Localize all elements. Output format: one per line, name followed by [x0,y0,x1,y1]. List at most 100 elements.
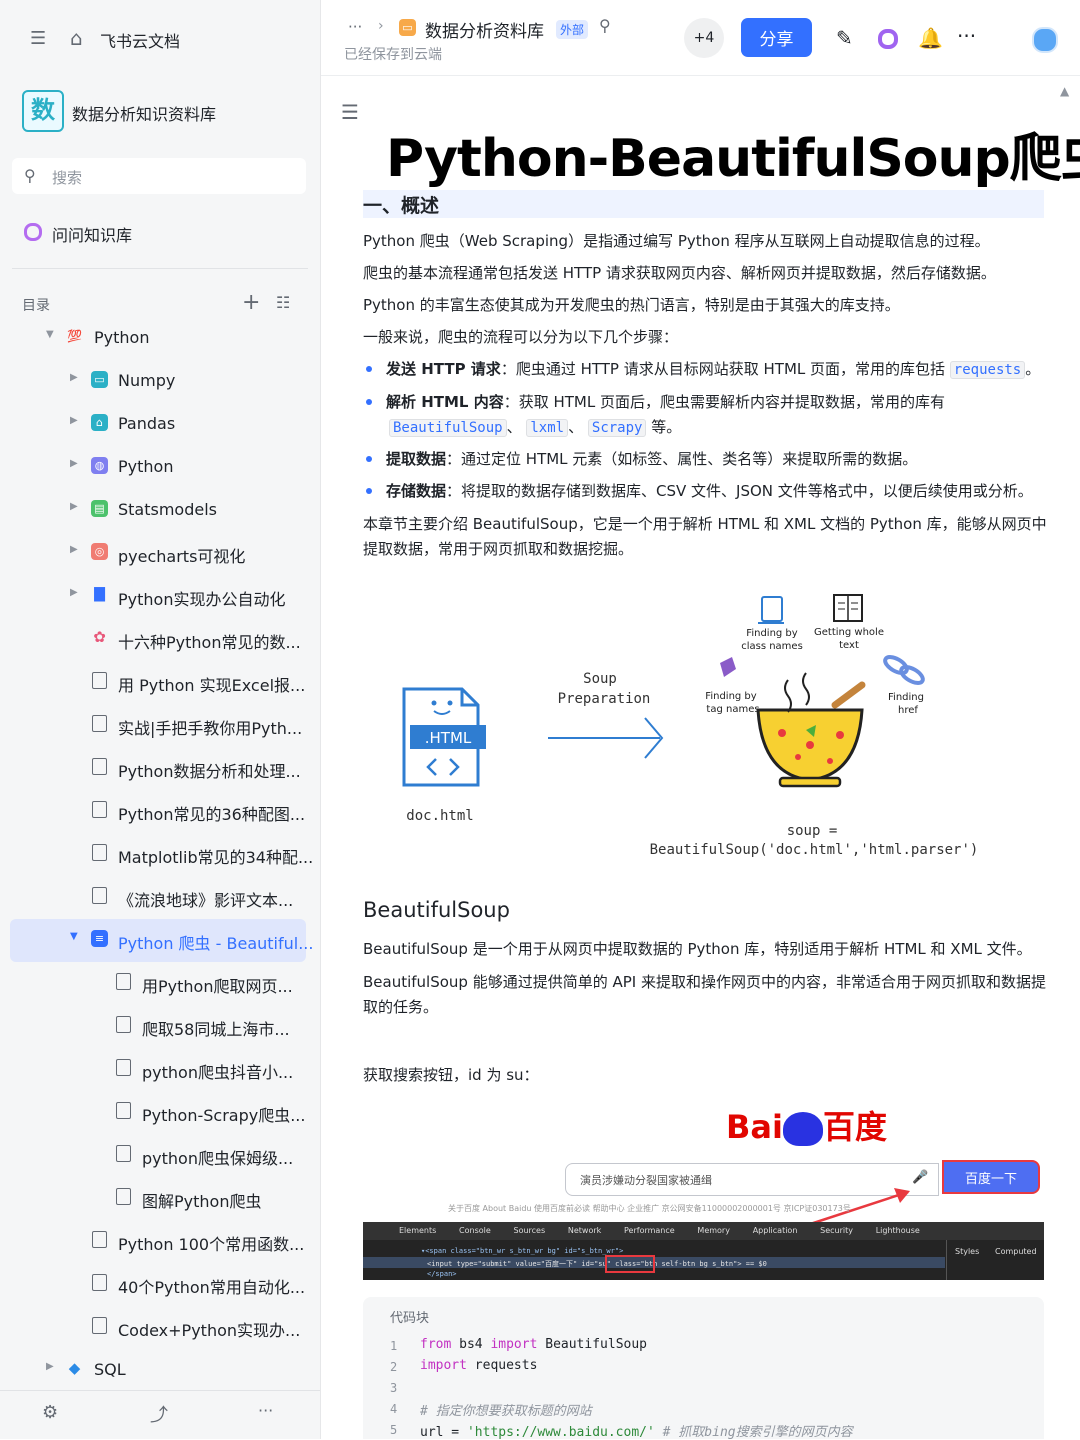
home-icon[interactable]: ⌂ [70,26,83,50]
page-title: Python-BeautifulSoup爬虫 [386,129,1080,189]
tree-item-beautifulsoup-active[interactable]: ▼ ≡ Python 爬虫 - Beautiful... [10,919,313,962]
collapse-arrow-icon[interactable]: ▶ [70,501,78,512]
collapse-arrow-icon[interactable]: ▶ [70,587,78,598]
baidu-logo: Bai 百度 [726,1102,887,1148]
collapse-arrow-icon[interactable]: ▶ [70,415,78,426]
breadcrumb-more[interactable]: ··· [348,18,362,36]
share-out-icon[interactable]: ⤴ [150,1401,168,1427]
code-text: BeautifulSoup [537,1337,647,1352]
tree-item-doc[interactable]: python爬虫保姆级... [10,1134,306,1177]
ai-assistant-icon[interactable] [878,29,898,49]
tree-item-statsmodels[interactable]: ▶ ▤ Statsmodels [10,489,306,532]
folder-icon: ◎ [91,543,108,560]
tree-item-label: SQL [94,1360,126,1379]
devtools-code-line: </span> [427,1270,457,1278]
code-block-label: 代码块 [390,1311,430,1326]
notification-bell-icon[interactable]: 🔔 [918,26,943,50]
collaborators-count[interactable]: +4 [684,18,724,58]
tree-item-python-root[interactable]: ▼ 💯 Python [10,317,306,360]
tree-item-doc[interactable]: Python数据分析和处理... [10,747,306,790]
collapse-arrow-icon[interactable]: ▶ [70,372,78,383]
code-keyword: import [490,1337,538,1352]
devtools-tab[interactable]: Security [820,1226,853,1235]
brand-name[interactable]: 飞书云文档 [100,28,180,52]
doc-title-breadcrumb[interactable]: 数据分析资料库 [425,17,544,42]
tree-item-doc[interactable]: 《流浪地球》影评文本... [10,876,306,919]
tree-item-doc[interactable]: 用Python爬取网页... [10,962,306,1005]
more-icon[interactable]: ··· [957,24,976,48]
expand-arrow-icon[interactable]: ▼ [70,931,78,942]
collapse-sidebar-icon[interactable]: ☰ [30,28,46,49]
line-number: 5 [390,1423,398,1437]
baidu-query: 演员涉嫌动分裂国家被通缉 [580,1174,712,1187]
paragraph: 本章节主要介绍 BeautifulSoup，它是一个用于解析 HTML 和 XM… [363,515,1047,533]
collapse-arrow-icon[interactable]: ▶ [70,458,78,469]
inline-code: lxml [526,419,569,437]
soup-bowl-icon [756,672,866,788]
devtools-tab[interactable]: Memory [697,1226,730,1235]
tree-item-doc[interactable]: 实战|手把手教你用Pyth... [10,704,306,747]
devtools-tab[interactable]: Lighthouse [876,1226,920,1235]
diamond-icon: ◆ [68,1359,81,1377]
document-icon [116,1188,131,1205]
edit-icon[interactable]: ✎ [836,26,853,50]
microphone-icon[interactable]: 🎤 [912,1170,928,1185]
bullet-text: 。 [1025,360,1041,378]
document-icon [116,973,131,990]
add-icon[interactable]: + [242,290,260,315]
pin-icon[interactable]: ⚲ [599,16,611,35]
tree-item-doc[interactable]: Python 100个常用函数... [10,1220,306,1263]
tree-item-16-charts[interactable]: ✿ 十六种Python常见的数... [10,618,306,661]
devtools-tabs[interactable]: Elements Console Sources Network Perform… [399,1226,920,1235]
document-icon [116,1102,131,1119]
devtools-tab[interactable]: Application [753,1226,798,1235]
more-icon[interactable]: ··· [258,1401,273,1420]
tree-item-office-automation[interactable]: ▶ ▇ Python实现办公自动化 [10,575,306,618]
inline-code: Scrapy [587,419,647,437]
devtools-computed-tab[interactable]: Computed [995,1247,1037,1256]
tree-item-doc[interactable]: 用 Python 实现Excel报... [10,661,306,704]
share-button[interactable]: 分享 [741,18,812,57]
bullet-text: ：将提取的数据存储到数据库、CSV 文件、JSON 文件等格式中，以便后续使用或… [446,482,1033,500]
tree-item-numpy[interactable]: ▶ ▭ Numpy [10,360,306,403]
tree-item-doc[interactable]: 爬取58同城上海市... [10,1005,306,1048]
tree-item-doc[interactable]: Python常见的36种配图... [10,790,306,833]
bullet-item: 发送 HTTP 请求：爬虫通过 HTTP 请求从目标网站获取 HTML 页面，常… [386,358,1040,379]
tree-item-doc[interactable]: 40个Python常用自动化... [10,1263,306,1306]
devtools-styles-tab[interactable]: Styles [955,1247,979,1256]
user-avatar[interactable] [1032,27,1058,53]
devtools-tab[interactable]: Performance [624,1226,675,1235]
list-view-icon[interactable]: ☷ [276,293,290,312]
outline-toggle-icon[interactable]: ☰ [341,100,359,124]
bullet-item: 提取数据：通过定位 HTML 元素（如标签、属性、类名等）来提取所需的数据。 [386,448,917,469]
devtools-tab[interactable]: Sources [514,1226,546,1235]
tree-item-doc[interactable]: python爬虫抖音小... [10,1048,306,1091]
tree-item-pandas[interactable]: ▶ ⌂ Pandas [10,403,306,446]
baidu-search-button[interactable]: 百度一下 [942,1160,1040,1194]
document-icon [92,801,107,818]
tree-item-python[interactable]: ▶ ◍ Python [10,446,306,489]
tree-item-doc[interactable]: 图解Python爬虫 [10,1177,306,1220]
line-number: 3 [390,1381,398,1395]
tree-item-doc[interactable]: Codex+Python实现办... [10,1306,306,1349]
ask-knowledge-base-button[interactable]: 问问知识库 [52,222,132,246]
expand-arrow-icon[interactable]: ▼ [46,329,54,340]
tree-item-label: Numpy [118,371,176,390]
tree-item-label: 实战|手把手教你用Pyth... [118,719,303,738]
divider [12,268,308,269]
scroll-up-icon[interactable]: ▲ [1060,84,1069,98]
toc-label: 目录 [22,298,50,314]
tree-item-pyecharts[interactable]: ▶ ◎ pyecharts可视化 [10,532,306,575]
collapse-arrow-icon[interactable]: ▶ [46,1361,54,1372]
tree-item-doc[interactable]: Matplotlib常见的34种配... [10,833,313,876]
paragraph: 取的任务。 [363,998,439,1016]
tree-item-doc[interactable]: Python-Scrapy爬虫... [10,1091,306,1134]
devtools-tab[interactable]: Network [568,1226,601,1235]
settings-icon[interactable]: ⚙ [42,1402,58,1423]
knowledge-base-title[interactable]: 数据分析知识资料库 [72,101,216,125]
devtools-tab[interactable]: Console [459,1226,491,1235]
devtools-tab[interactable]: Elements [399,1226,436,1235]
paw-icon [782,1112,823,1146]
tree-item-sql[interactable]: ▶ ◆ SQL [10,1349,306,1392]
collapse-arrow-icon[interactable]: ▶ [70,544,78,555]
